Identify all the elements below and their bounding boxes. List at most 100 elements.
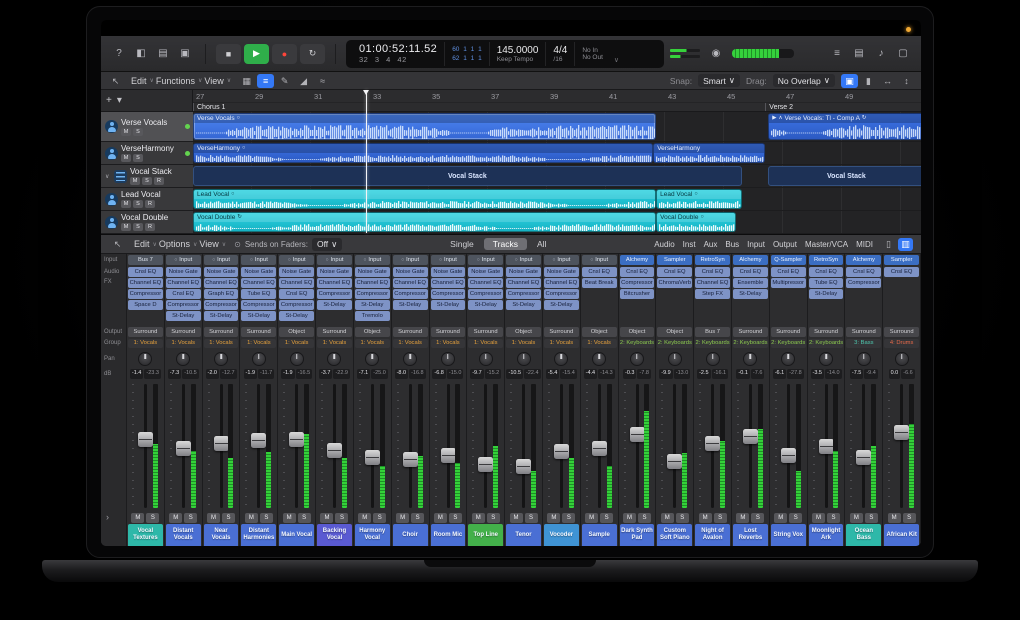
input-slot[interactable]: ○Input bbox=[317, 255, 352, 265]
solo-button[interactable]: S bbox=[600, 513, 613, 523]
list-view-icon[interactable]: ≡ bbox=[257, 74, 274, 88]
input-slot[interactable]: Bus 7 bbox=[128, 255, 163, 265]
fader-cap[interactable] bbox=[138, 432, 153, 447]
group-slot[interactable]: 1: Vocals bbox=[204, 339, 239, 348]
fx-slot-st-delay[interactable]: St-Delay bbox=[241, 311, 276, 321]
mute-button[interactable]: M bbox=[888, 513, 901, 523]
output-slot[interactable]: Surround bbox=[166, 327, 201, 337]
fader-cap[interactable] bbox=[478, 457, 493, 472]
track-header-verse-vocals[interactable]: Verse VocalsMS bbox=[101, 112, 193, 142]
marquee-icon[interactable]: ▮ bbox=[860, 74, 877, 88]
fx-slot-compressor[interactable]: Compressor bbox=[393, 289, 428, 299]
solo-button[interactable]: S bbox=[714, 513, 727, 523]
pan-knob[interactable] bbox=[176, 352, 190, 366]
record-enable-button[interactable]: R bbox=[145, 223, 155, 231]
drag-dropdown[interactable]: No Overlap ∨ bbox=[773, 74, 835, 87]
fx-slot-noise-gate[interactable]: Noise Gate bbox=[431, 267, 466, 277]
mixer-menu-options[interactable]: Options∨ bbox=[159, 239, 197, 249]
quick-help-icon[interactable]: ? bbox=[109, 45, 129, 63]
mixer-filter-audio[interactable]: Audio bbox=[654, 240, 674, 249]
mixer-menu-view[interactable]: View∨ bbox=[199, 239, 226, 249]
fx-slot-compressor[interactable]: Compressor bbox=[544, 289, 579, 299]
input-slot[interactable]: Alchemy bbox=[620, 255, 655, 265]
output-slot[interactable]: Surround bbox=[431, 327, 466, 337]
fx-slot-cnsl-eq[interactable]: Cnsl EQ bbox=[733, 267, 768, 277]
pan-knob[interactable] bbox=[630, 352, 644, 366]
output-slot[interactable]: Surround bbox=[771, 327, 806, 337]
mute-button[interactable]: M bbox=[547, 513, 560, 523]
solo-button[interactable]: S bbox=[638, 513, 651, 523]
fx-slot-chromaverb[interactable]: ChromaVerb bbox=[657, 278, 692, 288]
fader-cap[interactable] bbox=[365, 450, 380, 465]
mute-button[interactable]: M bbox=[623, 513, 636, 523]
solo-button[interactable]: S bbox=[133, 154, 143, 162]
mute-button[interactable]: M bbox=[121, 128, 131, 136]
output-slot[interactable]: Surround bbox=[393, 327, 428, 337]
mute-button[interactable]: M bbox=[130, 177, 140, 185]
fx-slot-cnsl-eq[interactable]: Cnsl EQ bbox=[657, 267, 692, 277]
region-verse-vocals-tl-comp-a[interactable]: ▶∧Verse Vocals: Tl - Comp A↻ bbox=[768, 113, 921, 140]
mute-button[interactable]: M bbox=[121, 223, 131, 231]
mixer-view-single[interactable]: Single bbox=[441, 238, 483, 250]
fx-slot-st-delay[interactable]: St-Delay bbox=[204, 311, 239, 321]
fx-slot-channel-eq[interactable]: Channel EQ bbox=[468, 278, 503, 288]
fader-cap[interactable] bbox=[176, 441, 191, 456]
pan-knob[interactable] bbox=[668, 352, 682, 366]
stop-button[interactable]: ■ bbox=[216, 44, 241, 64]
group-slot[interactable]: 2: Keyboards bbox=[657, 339, 692, 348]
region-vocal-stack[interactable]: Vocal Stack bbox=[768, 166, 921, 186]
group-slot[interactable]: 1: Vocals bbox=[431, 339, 466, 348]
expand-strips-button[interactable]: › bbox=[106, 512, 109, 522]
input-slot[interactable]: Sampler bbox=[884, 255, 919, 265]
fx-slot-cnsl-eq[interactable]: Cnsl EQ bbox=[884, 267, 919, 277]
input-slot[interactable]: Q-Sampler bbox=[771, 255, 806, 265]
pan-knob[interactable] bbox=[252, 352, 266, 366]
fx-slot-compressor[interactable]: Compressor bbox=[468, 289, 503, 299]
group-slot[interactable]: 1: Vocals bbox=[241, 339, 276, 348]
fx-slot-compressor[interactable]: Compressor bbox=[431, 289, 466, 299]
solo-button[interactable]: S bbox=[133, 200, 143, 208]
fx-slot-compressor[interactable]: Compressor bbox=[241, 300, 276, 310]
output-slot[interactable]: Surround bbox=[884, 327, 919, 337]
cycle-button[interactable]: ↻ bbox=[300, 44, 325, 64]
output-slot[interactable]: Surround bbox=[846, 327, 881, 337]
input-slot[interactable]: ○Input bbox=[279, 255, 314, 265]
pan-knob[interactable] bbox=[554, 352, 568, 366]
solo-button[interactable]: S bbox=[676, 513, 689, 523]
fx-slot-channel-eq[interactable]: Channel EQ bbox=[241, 278, 276, 288]
fx-slot-noise-gate[interactable]: Noise Gate bbox=[355, 267, 390, 277]
group-slot[interactable]: 1: Vocals bbox=[128, 339, 163, 348]
fx-slot-step-fx[interactable]: Step FX bbox=[695, 289, 730, 299]
input-slot[interactable]: RetroSyn bbox=[809, 255, 844, 265]
solo-button[interactable]: S bbox=[222, 513, 235, 523]
add-track-button[interactable]: + bbox=[106, 95, 112, 107]
lcd-display[interactable]: 01:00:52:11.52 32 3 4 42 60 1 1 1 62 1 1… bbox=[346, 40, 664, 68]
input-slot[interactable]: ○Input bbox=[468, 255, 503, 265]
output-slot[interactable]: Surround bbox=[128, 327, 163, 337]
pan-knob[interactable] bbox=[781, 352, 795, 366]
input-slot[interactable]: ○Input bbox=[582, 255, 617, 265]
mute-button[interactable]: M bbox=[699, 513, 712, 523]
input-slot[interactable]: ○Input bbox=[355, 255, 390, 265]
mixer-pointer-tool-icon[interactable]: ↖ bbox=[109, 237, 126, 251]
mute-button[interactable]: M bbox=[245, 513, 258, 523]
fx-slot-compressor[interactable]: Compressor bbox=[355, 289, 390, 299]
mute-button[interactable]: M bbox=[131, 513, 144, 523]
fader-cap[interactable] bbox=[214, 436, 229, 451]
fx-slot-channel-eq[interactable]: Channel EQ bbox=[317, 278, 352, 288]
fx-slot-channel-eq[interactable]: Channel EQ bbox=[506, 278, 541, 288]
region-verseharmony[interactable]: VerseHarmony bbox=[653, 143, 765, 163]
solo-button[interactable]: S bbox=[789, 513, 802, 523]
track-header-vocal-double[interactable]: Vocal DoubleMSR bbox=[101, 211, 193, 234]
group-slot[interactable]: 1: Vocals bbox=[279, 339, 314, 348]
tuner-icon[interactable]: ◉ bbox=[706, 45, 726, 63]
mixer-filter-master-vca[interactable]: Master/VCA bbox=[805, 240, 848, 249]
zoom-fit-icon[interactable]: ▣ bbox=[841, 74, 858, 88]
fx-slot-cnsl-eq[interactable]: Cnsl EQ bbox=[695, 267, 730, 277]
pan-knob[interactable] bbox=[365, 352, 379, 366]
fx-slot-noise-gate[interactable]: Noise Gate bbox=[166, 267, 201, 277]
group-slot[interactable]: 1: Vocals bbox=[544, 339, 579, 348]
track-header-vocal-stack[interactable]: ∨Vocal StackMSR bbox=[101, 165, 193, 188]
fader-cap[interactable] bbox=[592, 441, 607, 456]
fx-slot-compressor[interactable]: Compressor bbox=[166, 300, 201, 310]
